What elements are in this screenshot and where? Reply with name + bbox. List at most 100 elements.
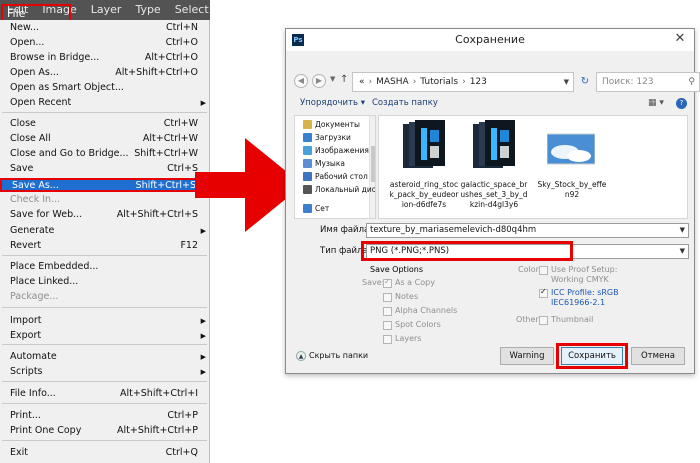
address-dropdown-icon[interactable]: ▼ [564, 73, 569, 91]
tree-item[interactable]: Сет [295, 202, 375, 215]
layers-checkbox[interactable] [383, 335, 392, 344]
chevron-down-icon[interactable]: ▼ [680, 224, 685, 237]
new-folder-button[interactable]: Создать папку [372, 98, 438, 108]
as-copy-label: As a Copy [395, 278, 435, 287]
menu-item-automate[interactable]: Automate ▶ [0, 350, 209, 364]
refresh-icon[interactable]: ↻ [577, 72, 593, 92]
filetype-highlight-box [361, 241, 573, 261]
menu-item-shortcut: Ctrl+W [163, 118, 198, 129]
menu-item-save-for-web[interactable]: Save for Web... Alt+Shift+Ctrl+S [0, 208, 209, 222]
menu-item-close[interactable]: Close Ctrl+W [0, 117, 209, 131]
menu-item-print-one-copy[interactable]: Print One Copy Alt+Shift+Ctrl+P [0, 424, 209, 438]
menu-item-exit[interactable]: Exit Ctrl+Q [0, 446, 209, 460]
menu-item-revert[interactable]: Revert F12 [0, 239, 209, 253]
file-item[interactable]: asteroid_ring_stock_pack_by_eudeorion-d6… [389, 120, 459, 216]
menu-item-shortcut: Ctrl+P [167, 410, 198, 421]
menu-item-scripts[interactable]: Scripts ▶ [0, 365, 209, 379]
forward-arrow-icon[interactable]: ▶ [312, 74, 326, 88]
tree-item[interactable]: Изображения [295, 144, 375, 157]
help-icon[interactable]: ? [676, 98, 687, 109]
menu-item-open-as[interactable]: Open As... Alt+Shift+Ctrl+O [0, 66, 209, 80]
menu-item-open-recent[interactable]: Open Recent ▶ [0, 96, 209, 110]
hide-folders-toggle[interactable]: ▲ Скрыть папки [296, 351, 368, 361]
tree-item[interactable]: Музыка [295, 157, 375, 170]
menu-item-place-linked[interactable]: Place Linked... [0, 275, 209, 289]
pictures-icon [303, 146, 312, 155]
filename-input[interactable]: texture_by_mariasemelevich-d80q4hm ▼ [366, 223, 689, 238]
search-input[interactable]: Поиск: 123 ⚲ [596, 72, 700, 92]
save-dialog: Ps Сохранение ✕ ◀ ▶ ▼ ↑ «› MASHA › Tutorial… [285, 28, 700, 374]
spot-colors-checkbox[interactable] [383, 321, 392, 330]
downloads-icon [303, 133, 312, 142]
alpha-channels-label: Alpha Channels [395, 306, 458, 315]
tree-item[interactable]: Локальный диск [295, 183, 375, 196]
menu-item-open[interactable]: Open... Ctrl+O [0, 36, 209, 50]
submenu-arrow-icon: ▶ [200, 353, 206, 361]
menu-item-new[interactable]: New... Ctrl+N [0, 21, 209, 35]
menu-item-browse-in-bridge[interactable]: Browse in Bridge... Alt+Ctrl+O [0, 51, 209, 65]
menu-item-close-and-go-to-bridge[interactable]: Close and Go to Bridge... Shift+Ctrl+W [0, 147, 209, 161]
back-arrow-icon[interactable]: ◀ [294, 74, 308, 88]
cancel-button[interactable]: Отмена [631, 347, 685, 365]
image-file-icon [546, 120, 596, 172]
menu-type[interactable]: Type [128, 0, 167, 20]
file-name: asteroid_ring_stock_pack_by_eudeorion-d6… [389, 180, 459, 209]
address-part[interactable]: MASHA [376, 77, 409, 87]
hide-folders-label: Скрыть папки [309, 351, 369, 360]
icc-profile-label: ICC Profile: sRGB [551, 288, 619, 297]
color-label: Color: [518, 265, 542, 274]
search-placeholder: Поиск: 123 [602, 77, 654, 87]
close-icon[interactable]: ✕ [666, 29, 694, 49]
menu-item-place-embedded[interactable]: Place Embedded... [0, 260, 209, 274]
menu-item-shortcut: Shift+Ctrl+S [135, 180, 196, 191]
address-part[interactable]: Tutorials [420, 77, 458, 87]
dialog-toolbar: Упорядочить ▾ Создать папку ▦ ▾ ? [286, 96, 694, 114]
menu-item-open-as-smart-object[interactable]: Open as Smart Object... [0, 81, 209, 95]
icc-profile-checkbox[interactable] [539, 287, 548, 298]
menu-item-generate[interactable]: Generate ▶ [0, 224, 209, 238]
alpha-channels-checkbox[interactable] [383, 307, 392, 316]
menu-item-export[interactable]: Export ▶ [0, 329, 209, 343]
tree-item[interactable]: Рабочий стол [295, 170, 375, 183]
up-arrow-icon[interactable]: ↑ [340, 74, 348, 85]
menu-separator [2, 112, 207, 113]
menu-item-label: Export [10, 330, 42, 341]
as-copy-checkbox[interactable] [383, 277, 392, 288]
menu-item-file-info[interactable]: File Info... Alt+Shift+Ctrl+I [0, 387, 209, 401]
file-list: asteroid_ring_stock_pack_by_eudeorion-d6… [378, 115, 688, 219]
submenu-arrow-icon: ▶ [200, 317, 206, 325]
chevron-down-icon[interactable]: ▼ [680, 245, 685, 258]
warning-button[interactable]: Warning [500, 347, 554, 365]
menu-item-save[interactable]: Save Ctrl+S [0, 162, 209, 176]
tree-item-label: Музыка [315, 159, 345, 168]
file-item[interactable]: galactic_space_brushes_set_3_by_dkzin-d4… [459, 120, 529, 216]
menu-layer[interactable]: Layer [84, 0, 129, 20]
notes-checkbox[interactable] [383, 293, 392, 302]
menu-item-shortcut: Ctrl+S [167, 163, 198, 174]
address-bar[interactable]: «› MASHA › Tutorials › 123 ▼ [352, 72, 574, 92]
menu-item-label: Save [10, 163, 34, 174]
menu-separator [2, 381, 207, 382]
menu-select[interactable]: Select [168, 0, 216, 20]
tree-item[interactable]: Документы [295, 118, 375, 131]
screenshot: File Edit Image Layer Type Select New...… [0, 0, 700, 463]
tree-item[interactable]: Загрузки [295, 131, 375, 144]
file-item[interactable]: Sky_Stock_by_effen92 [537, 120, 607, 216]
menu-item-print[interactable]: Print... Ctrl+P [0, 409, 209, 423]
view-options-icon[interactable]: ▦ ▾ [648, 98, 664, 108]
menu-item-save-as[interactable]: Save As... Shift+Ctrl+S [0, 178, 209, 192]
menu-item-shortcut: Ctrl+N [166, 22, 198, 33]
thumbnail-checkbox[interactable] [539, 316, 548, 325]
abr-file-icon [399, 120, 447, 172]
history-chevron-icon[interactable]: ▼ [330, 75, 335, 83]
menu-item-import[interactable]: Import ▶ [0, 314, 209, 328]
menu-item-close-all[interactable]: Close All Alt+Ctrl+W [0, 132, 209, 146]
menu-item-shortcut: Ctrl+Q [165, 447, 198, 458]
organize-button[interactable]: Упорядочить ▾ [300, 98, 365, 108]
address-part[interactable]: 123 [470, 77, 487, 87]
menu-item-label: Open As... [10, 67, 59, 78]
proof-setup-checkbox[interactable] [539, 266, 548, 275]
menu-item-label: Exit [10, 447, 28, 458]
menu-item-label: Import [10, 315, 42, 326]
abr-file-icon [469, 120, 517, 172]
